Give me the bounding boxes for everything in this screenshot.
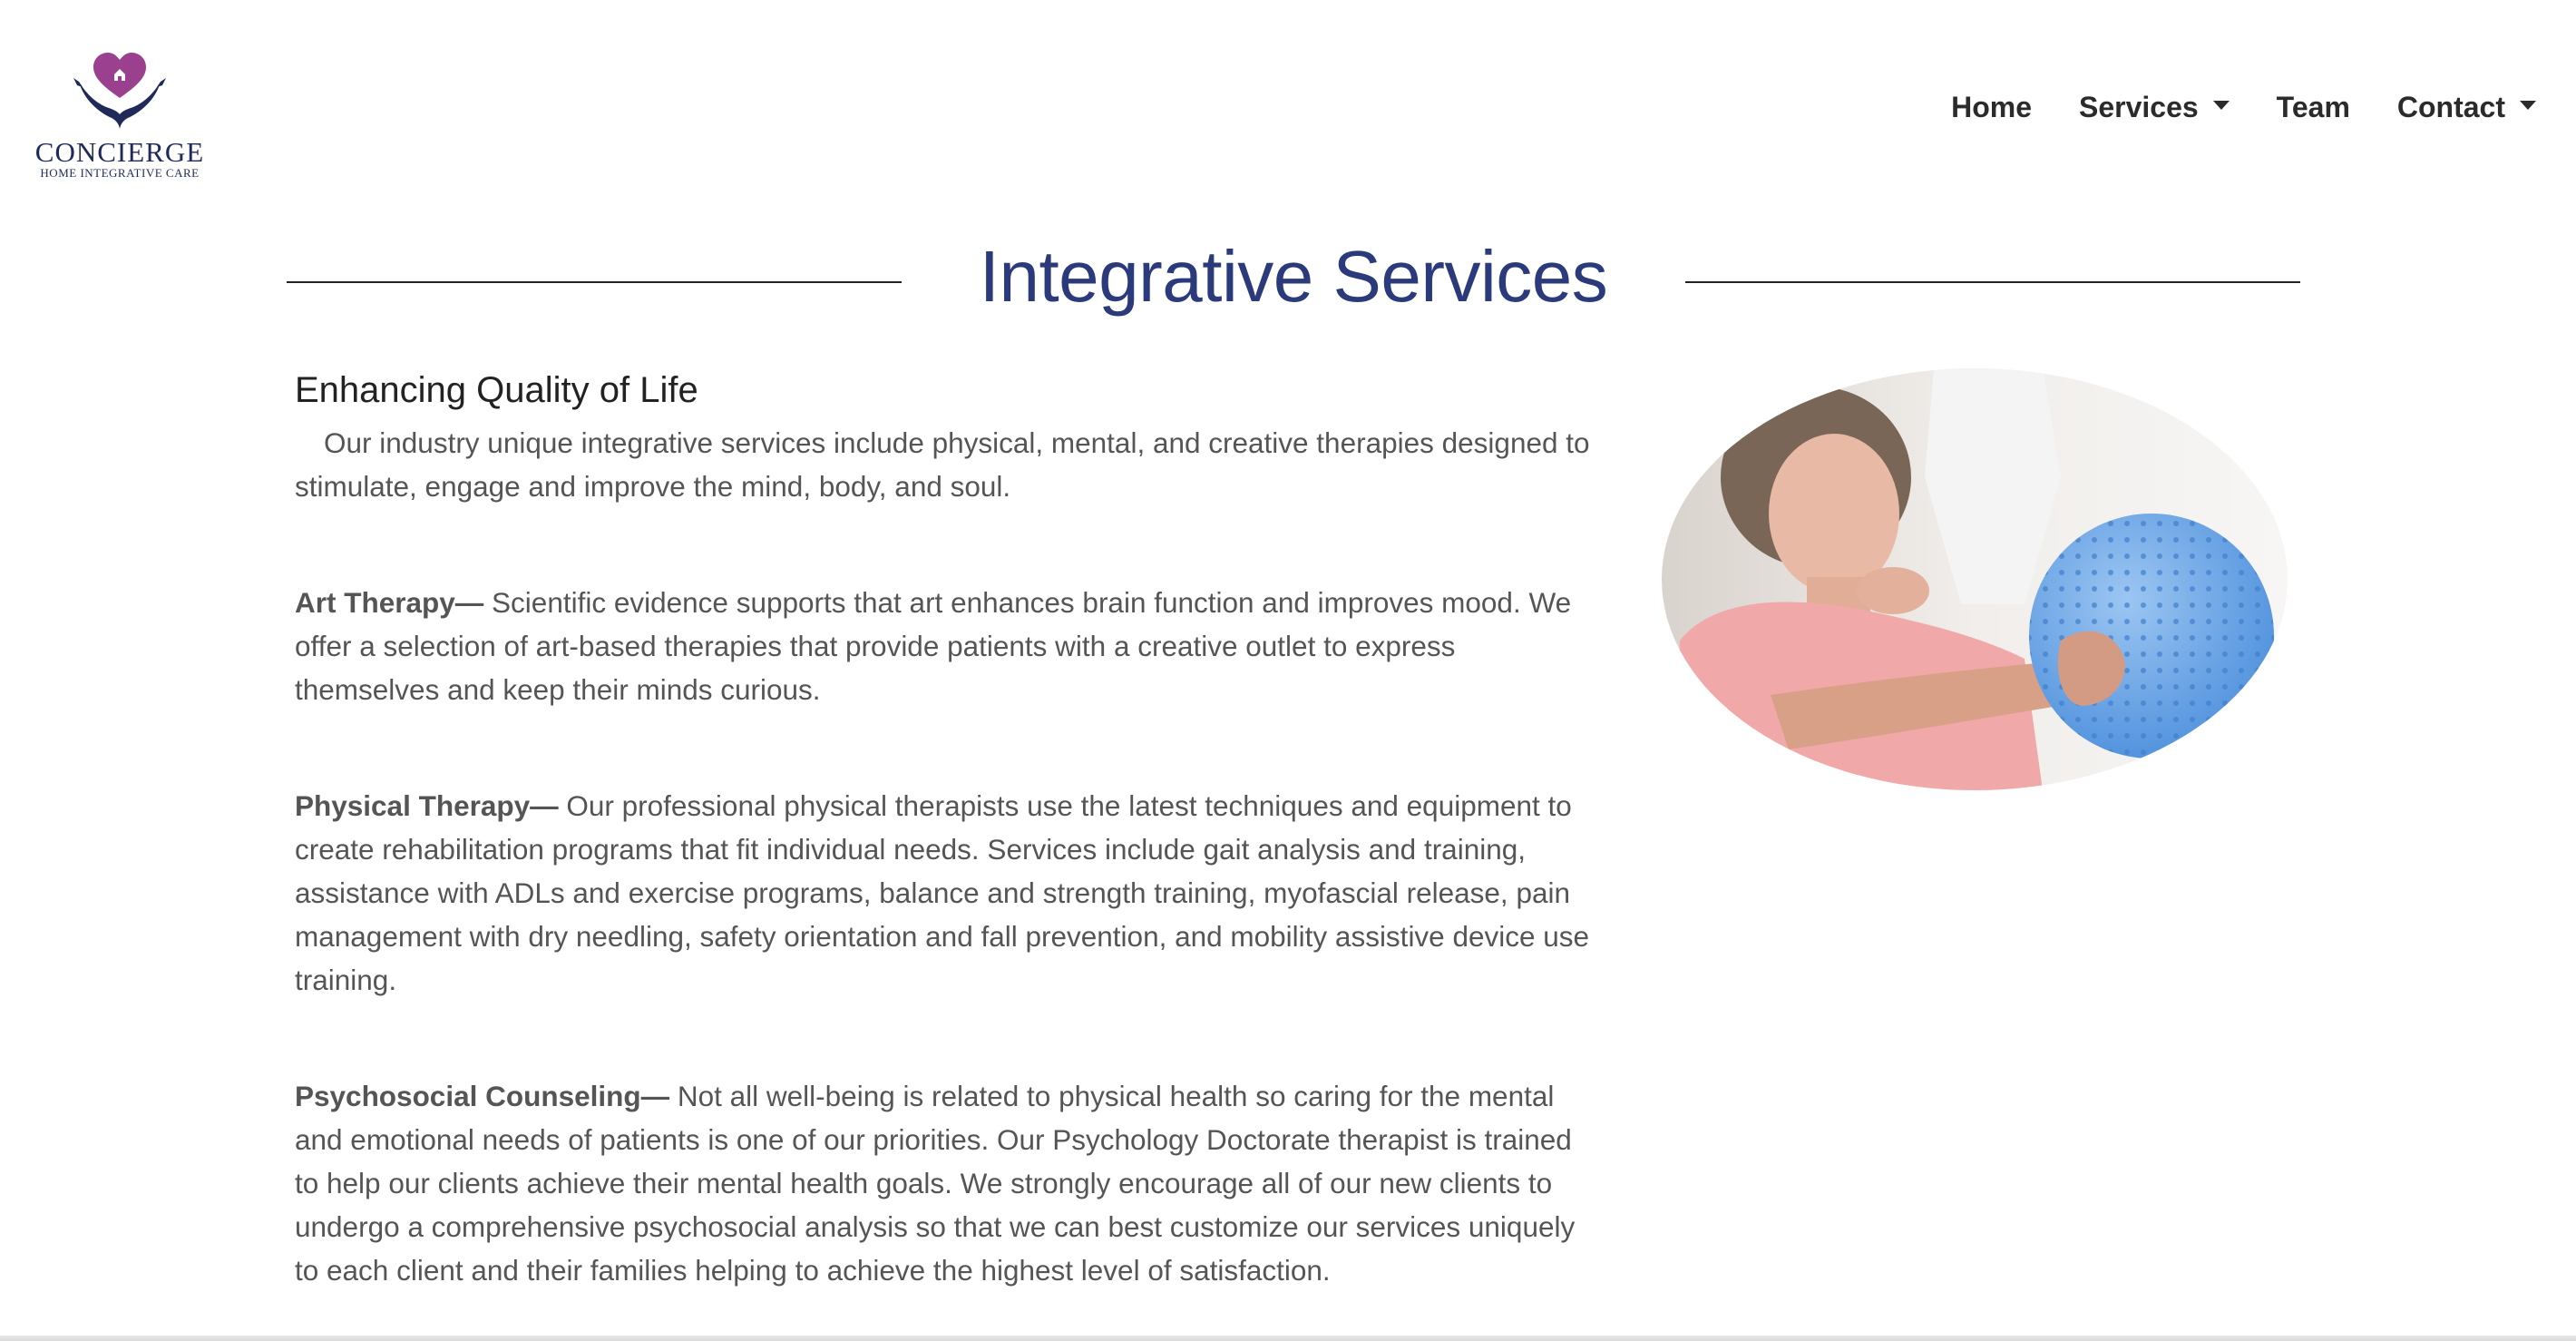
nav-contact-label: Contact [2396,91,2505,123]
title-divider-left [287,281,902,283]
nav-services-dropdown[interactable]: Services [2079,91,2230,124]
main-nav: Home Services Team Contact [1951,91,2536,124]
therapy-physical-name: Physical Therapy— [295,789,559,822]
brand-logo[interactable]: CONCIERGE HOME INTEGRATIVE CARE [33,51,207,180]
heart-hands-icon [73,53,166,129]
nav-team-label: Team [2276,91,2350,123]
intro-paragraph: Our industry unique integrative services… [295,426,1590,503]
page-title: Integrative Services [979,236,1608,317]
brand-tagline: HOME INTEGRATIVE CARE [40,166,200,180]
caret-down-icon [2520,100,2536,110]
nav-team[interactable]: Team [2277,91,2350,124]
nav-services-label: Services [2079,91,2199,123]
therapy-photo [1662,368,2288,790]
page: CONCIERGE HOME INTEGRATIVE CARE Home Ser… [0,0,2576,1341]
therapy-psychosocial: Psychosocial Counseling— Not all well-be… [295,1074,1601,1292]
therapy-physical: Physical Therapy— Our professional physi… [295,784,1601,1002]
therapy-art-name: Art Therapy— [295,586,484,619]
section-subheading: Enhancing Quality of Life [295,370,698,410]
brand-name: CONCIERGE [34,136,205,168]
caret-down-icon [2212,100,2230,110]
footer-edge [0,1336,2576,1341]
section-title-row: Integrative Services [287,227,2300,327]
title-divider-right [1684,281,2300,283]
nav-home-label: Home [1951,91,2032,123]
therapy-psychosocial-name: Psychosocial Counseling— [295,1080,670,1112]
nav-home[interactable]: Home [1951,91,2032,124]
services-content: Enhancing Quality of Life Our industry u… [295,365,1601,1341]
therapy-art-text: Scientific evidence supports that art en… [295,586,1572,706]
nav-contact-dropdown[interactable]: Contact [2397,91,2536,124]
therapy-art: Art Therapy— Scientific evidence support… [295,581,1601,711]
